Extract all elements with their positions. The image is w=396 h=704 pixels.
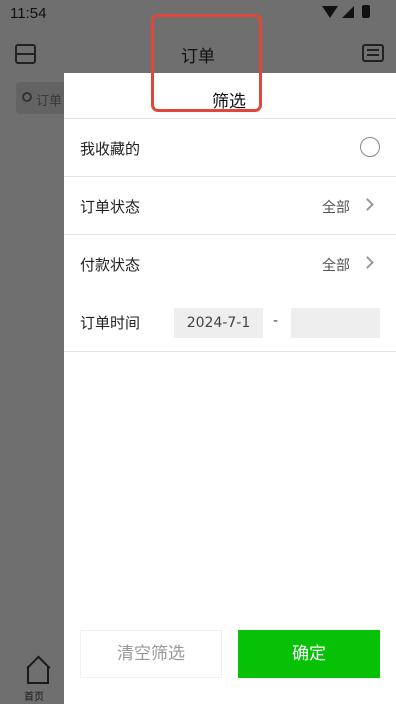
payment-status-label: 付款状态 <box>80 256 141 274</box>
wifi-icon <box>322 5 338 18</box>
clear-filter-button[interactable]: 清空筛选 <box>80 630 222 678</box>
order-status-row[interactable]: 订单状态 全部 <box>64 177 396 235</box>
bottom-nav: 首页 <box>0 660 64 704</box>
start-date-field[interactable]: 2024-7-1 <box>174 308 263 338</box>
order-status-value: 全部 <box>322 200 350 216</box>
confirm-button[interactable]: 确定 <box>238 630 380 678</box>
favorites-label: 我收藏的 <box>80 140 141 158</box>
favorites-row[interactable]: 我收藏的 <box>64 119 396 177</box>
end-date-field[interactable] <box>291 308 380 338</box>
payment-status-row[interactable]: 付款状态 全部 <box>64 235 396 293</box>
payment-status-value: 全部 <box>322 258 350 274</box>
date-separator: - <box>273 313 279 329</box>
order-status-label: 订单状态 <box>80 198 141 216</box>
home-label[interactable]: 首页 <box>24 688 44 703</box>
order-time-label: 订单时间 <box>80 314 141 332</box>
chevron-right-icon <box>361 198 374 211</box>
status-icons <box>322 5 370 18</box>
search-placeholder: 订单 <box>36 94 63 109</box>
chevron-right-icon <box>361 256 374 269</box>
highlight-box <box>151 14 262 112</box>
status-time: 11:54 <box>10 5 47 22</box>
order-time-row: 订单时间 2024-7-1 - <box>64 293 396 352</box>
search-icon <box>22 92 32 102</box>
message-icon[interactable] <box>362 44 384 62</box>
filter-drawer: 筛选 我收藏的 订单状态 全部 付款状态 全部 订单时间 2024-7-1 - … <box>64 73 396 704</box>
cellular-signal-icon <box>342 5 354 18</box>
battery-icon <box>362 5 370 18</box>
favorites-radio[interactable] <box>360 137 380 157</box>
home-icon[interactable] <box>27 666 49 684</box>
